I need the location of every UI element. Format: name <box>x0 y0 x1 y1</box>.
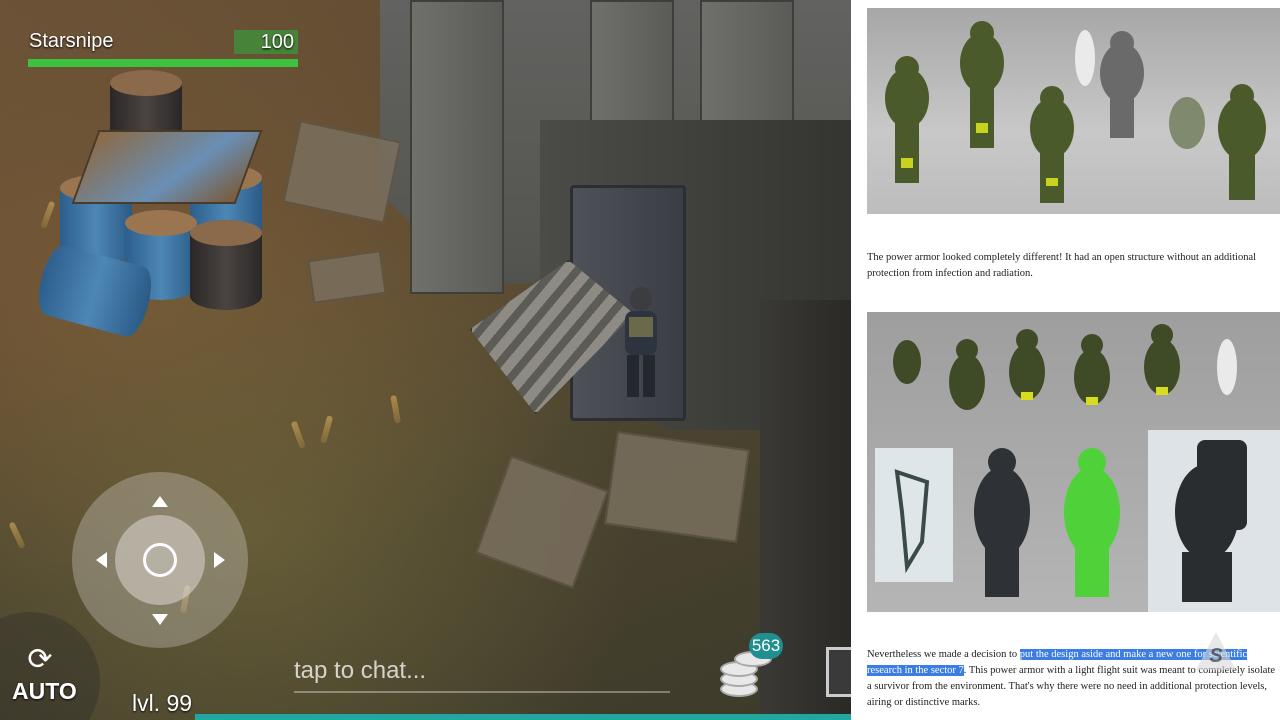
floor-slab <box>475 455 609 589</box>
health-bar-fill <box>28 59 298 67</box>
arrow-right-icon <box>214 552 225 568</box>
circle-icon <box>143 543 177 577</box>
player-name: Starsnipe <box>29 30 114 52</box>
article-paragraph-1: The power armor looked completely differ… <box>867 252 1257 279</box>
grass-tuft <box>390 394 401 424</box>
power-armor-concept-image <box>867 8 1280 214</box>
grass-tuft <box>40 200 56 230</box>
movement-joystick[interactable] <box>72 472 248 648</box>
armor-variants <box>875 324 1280 612</box>
map-icon[interactable] <box>826 647 851 697</box>
arrow-up-icon <box>152 496 168 507</box>
grass-tuft <box>8 521 26 550</box>
grass-tuft <box>290 420 306 450</box>
floor-slab <box>307 250 387 304</box>
refresh-icon[interactable]: ⟳ <box>25 645 55 675</box>
power-armor-variants-image <box>867 312 1280 612</box>
arrow-left-icon <box>96 552 107 568</box>
experience-bar <box>195 714 851 720</box>
coins-count-badge: 563 <box>749 633 783 659</box>
health-bar <box>28 59 298 67</box>
wooden-crate[interactable] <box>71 130 263 204</box>
wall-panel <box>410 0 504 294</box>
player-level: lvl. 99 <box>132 690 193 716</box>
watermark-logo: S <box>1196 632 1236 670</box>
svg-text:S: S <box>1209 645 1223 667</box>
dark-barrel[interactable] <box>190 220 262 310</box>
grass-tuft <box>320 415 334 444</box>
paragraph-text: Nevertheless we made a decision to <box>867 649 1020 660</box>
player-character <box>625 287 657 397</box>
article-panel[interactable]: The power armor looked completely differ… <box>851 0 1280 720</box>
joystick-knob[interactable] <box>115 515 205 605</box>
armor-figures <box>885 21 1266 203</box>
health-value: 100 <box>234 30 298 54</box>
arrow-down-icon <box>152 614 168 625</box>
game-viewport[interactable]: Starsnipe 100 ⟳ AUTO lvl. 99 tap to chat… <box>0 0 851 720</box>
chat-input[interactable]: tap to chat... <box>294 657 670 693</box>
floor-slab <box>604 431 750 543</box>
auto-label[interactable]: AUTO <box>12 678 77 705</box>
